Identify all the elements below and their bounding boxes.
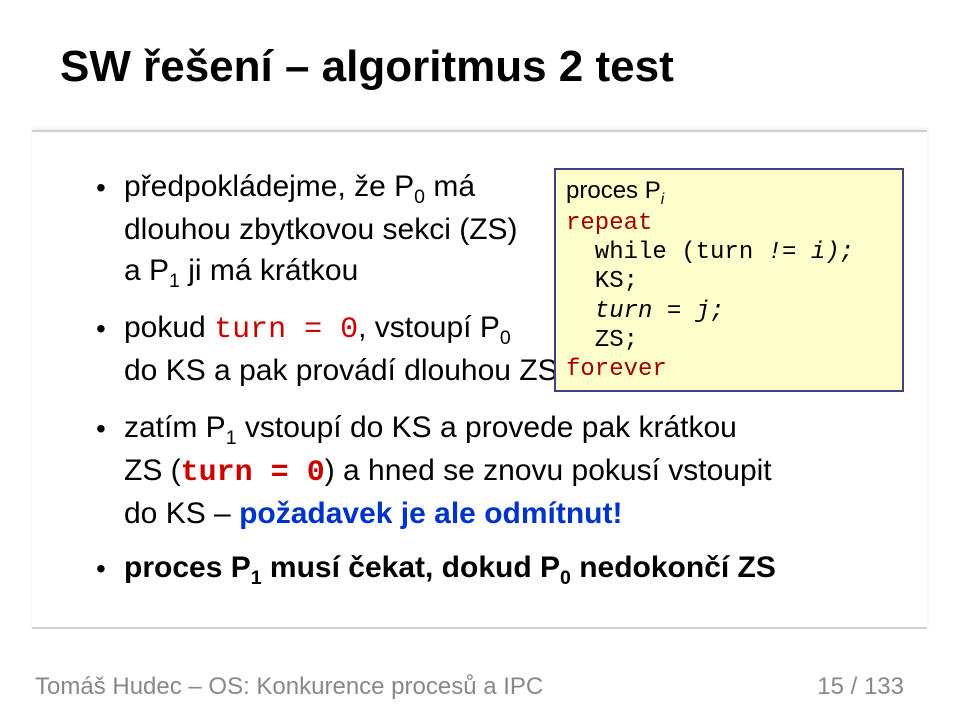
- text: do KS – požadavek je ale odmítnut!: [124, 494, 877, 535]
- text: != i);: [753, 239, 854, 266]
- code-line: repeat: [566, 209, 892, 238]
- text: předpokládejme, že P: [124, 170, 414, 203]
- text: do KS –: [124, 497, 239, 530]
- text: do KS a pak provádí dlouhou ZS (: [124, 354, 576, 387]
- code-line: forever: [566, 355, 892, 384]
- code-inline: turn = 0: [214, 313, 358, 347]
- code-line: turn = j;: [566, 297, 892, 326]
- bullet-4: proces P1 musí čekat, dokud P0 nedokončí…: [102, 548, 877, 591]
- footer-author: Tomáš Hudec – OS: Konkurence procesů a I…: [35, 673, 543, 701]
- bullet-3: zatím P1 vstoupí do KS a provede pak krá…: [102, 408, 877, 534]
- code-line: ZS;: [566, 326, 892, 355]
- text: turn = j;: [566, 298, 724, 325]
- text: ) a hned se znovu pokusí vstoupit: [325, 454, 772, 487]
- subscript: i: [661, 191, 664, 208]
- text: má: [425, 170, 475, 203]
- keyword: repeat: [566, 210, 652, 237]
- text: proces P1 musí čekat, dokud P0 nedokončí…: [124, 551, 776, 584]
- subscript: 0: [414, 186, 425, 208]
- text: nedokončí ZS: [571, 551, 776, 584]
- footer-page: 15 / 133: [817, 673, 904, 701]
- text: ZS (turn = 0) a hned se znovu pokusí vst…: [124, 451, 877, 494]
- subscript: 1: [169, 270, 180, 292]
- slide-title: SW řešení – algoritmus 2 test: [60, 42, 899, 92]
- text: ZS (: [124, 454, 181, 487]
- slide: SW řešení – algoritmus 2 test předpoklád…: [0, 0, 959, 719]
- emphasis: požadavek je ale odmítnut!: [239, 497, 622, 530]
- text: proces P: [566, 177, 661, 204]
- code-header: proces Pi: [566, 176, 892, 209]
- subscript: 1: [251, 567, 262, 589]
- code-line: while (turn != i);: [566, 238, 892, 267]
- text: while (turn: [566, 239, 753, 266]
- subscript: 1: [226, 427, 237, 449]
- subscript: 0: [500, 327, 511, 349]
- text: , vstoupí P: [358, 311, 500, 344]
- code-line: KS;: [566, 267, 892, 296]
- code-inline: turn = 0: [181, 456, 325, 490]
- text: a P: [124, 254, 169, 287]
- text: zatím P: [124, 411, 226, 444]
- subscript: 0: [560, 567, 571, 589]
- text: pokud: [124, 311, 214, 344]
- text: ji má krátkou: [180, 254, 358, 287]
- code-box: proces Pi repeat while (turn != i); KS; …: [554, 168, 904, 392]
- text: musí čekat, dokud P: [262, 551, 560, 584]
- keyword: forever: [566, 356, 667, 383]
- text: proces P: [124, 551, 251, 584]
- text: vstoupí do KS a provede pak krátkou: [237, 411, 737, 444]
